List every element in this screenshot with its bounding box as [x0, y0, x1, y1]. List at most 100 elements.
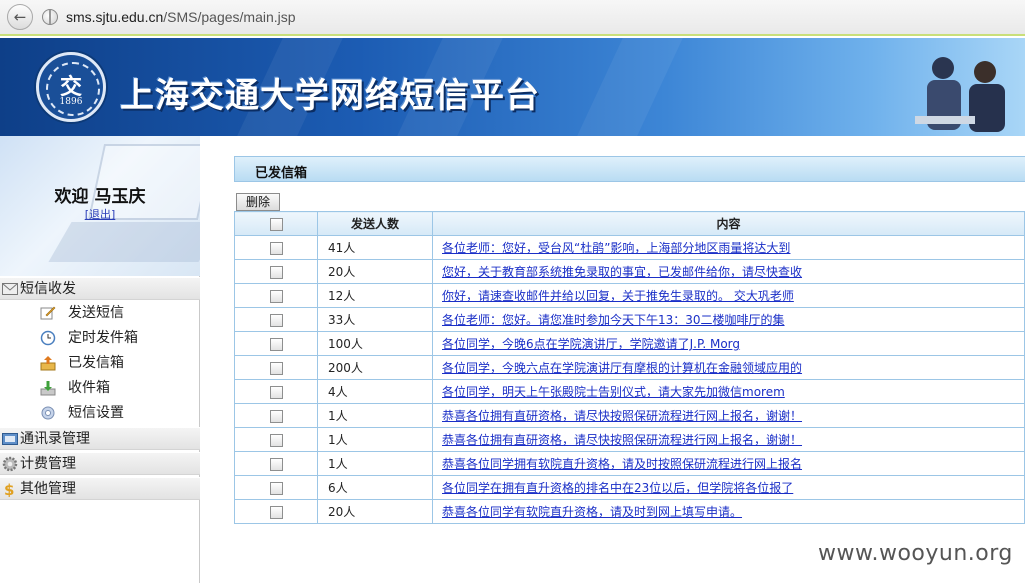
- recipient-count: 20人: [317, 259, 433, 284]
- row-checkbox[interactable]: [269, 265, 283, 279]
- row-checkbox[interactable]: [269, 337, 283, 351]
- envelope-icon: [2, 283, 18, 295]
- table-row: 41人 各位老师：您好，受台风“杜鹃”影响，上海部分地区雨量将达大到: [234, 235, 1025, 260]
- content-cell: 各位老师：您好，受台风“杜鹃”影响，上海部分地区雨量将达大到: [432, 235, 1025, 260]
- url-host: sms.sjtu.edu.cn: [66, 9, 164, 25]
- dollar-icon: $: [4, 481, 14, 497]
- recipient-count: 4人: [317, 379, 433, 404]
- watermark-text: www.wooyun.org: [818, 541, 1013, 566]
- content-cell: 恭喜各位同学拥有软院直升资格，请及时按照保研流程进行网上报名: [432, 451, 1025, 476]
- menu-group-other[interactable]: $ 其他管理: [0, 477, 200, 500]
- sidebar-item-label: 定时发件箱: [68, 330, 138, 346]
- row-select-cell: [234, 475, 318, 500]
- row-select-cell: [234, 283, 318, 308]
- row-select-cell: [234, 451, 318, 476]
- sidebar-item-scheduled-outbox[interactable]: 定时发件箱: [40, 327, 138, 349]
- sidebar-item-send-sms[interactable]: 发送短信: [40, 302, 124, 324]
- row-select-cell: [234, 355, 318, 380]
- message-content-link[interactable]: 您好，关于教育部系统推免录取的事宜，已发邮件给你，请尽快查收: [442, 265, 802, 279]
- message-content-link[interactable]: 恭喜各位拥有直研资格，请尽快按照保研流程进行网上报名，谢谢！: [442, 433, 802, 447]
- row-select-cell: [234, 499, 318, 524]
- logout-link[interactable]: [退出]: [0, 206, 200, 222]
- recipient-count: 12人: [317, 283, 433, 308]
- row-checkbox[interactable]: [269, 289, 283, 303]
- sent-messages-table: 发送人数 内容 41人 各位老师：您好，受台风“杜鹃”影响，上海部分地区雨量将达大…: [234, 211, 1025, 524]
- message-content-link[interactable]: 恭喜各位拥有直研资格，请尽快按照保研流程进行网上报名，谢谢！: [442, 409, 802, 423]
- table-header-row: 发送人数 内容: [234, 211, 1025, 236]
- recipient-count: 1人: [317, 451, 433, 476]
- menu-group-label: 短信收发: [20, 281, 76, 297]
- table-row: 20人 您好，关于教育部系统推免录取的事宜，已发邮件给你，请尽快查收: [234, 259, 1025, 284]
- select-all-checkbox[interactable]: [269, 217, 283, 231]
- university-logo: 交 1896: [36, 52, 106, 122]
- recipient-count: 1人: [317, 403, 433, 428]
- svg-text:$: $: [4, 481, 14, 497]
- sidebar-item-label: 已发信箱: [68, 355, 124, 371]
- message-content-link[interactable]: 恭喜各位同学有软院直升资格，请及时到网上填写申请。: [442, 505, 742, 519]
- column-header-recipients: 发送人数: [317, 211, 433, 236]
- url-field[interactable]: sms.sjtu.edu.cn/SMS/pages/main.jsp: [66, 9, 296, 25]
- welcome-text: 欢迎 马玉庆: [54, 187, 146, 207]
- content-cell: 各位同学，明天上午张殿院士告别仪式，请大家先加微信morem: [432, 379, 1025, 404]
- back-arrow-icon: ←: [13, 8, 27, 26]
- delete-button[interactable]: 删除: [236, 193, 280, 211]
- content-cell: 恭喜各位同学有软院直升资格，请及时到网上填写申请。: [432, 499, 1025, 524]
- sidebar-item-sent-box[interactable]: 已发信箱: [40, 352, 124, 374]
- message-content-link[interactable]: 各位同学，今晚6点在学院演讲厅，学院邀请了J.P. Morg: [442, 337, 740, 351]
- back-button[interactable]: ←: [7, 4, 33, 30]
- row-select-cell: [234, 331, 318, 356]
- table-row: 20人 恭喜各位同学有软院直升资格，请及时到网上填写申请。: [234, 499, 1025, 524]
- section-header: 已发信箱: [234, 156, 1025, 182]
- row-checkbox[interactable]: [269, 457, 283, 471]
- column-header-content: 内容: [432, 211, 1025, 236]
- table-row: 1人 恭喜各位同学拥有软院直升资格，请及时按照保研流程进行网上报名: [234, 451, 1025, 476]
- inbox-icon: [40, 381, 56, 396]
- row-checkbox[interactable]: [269, 409, 283, 423]
- menu-group-billing[interactable]: 计费管理: [0, 452, 200, 475]
- sidebar-item-inbox[interactable]: 收件箱: [40, 377, 110, 399]
- clock-icon: [40, 330, 56, 346]
- compose-icon: [40, 306, 56, 320]
- content-cell: 各位同学，今晚6点在学院演讲厅，学院邀请了J.P. Morg: [432, 331, 1025, 356]
- menu-group-sms[interactable]: 短信收发: [0, 277, 200, 300]
- message-content-link[interactable]: 各位老师：您好，受台风“杜鹃”影响，上海部分地区雨量将达大到: [442, 241, 790, 255]
- message-content-link[interactable]: 各位同学在拥有直升资格的排名中在23位以后，但学院将各位报了: [442, 481, 793, 495]
- content-cell: 各位同学在拥有直升资格的排名中在23位以后，但学院将各位报了: [432, 475, 1025, 500]
- message-content-link[interactable]: 各位同学，今晚六点在学院演讲厅有摩根的计算机在金融领域应用的: [442, 361, 802, 375]
- message-content-link[interactable]: 你好，请速查收邮件并给以回复，关于推免生录取的。 交大巩老师: [442, 289, 794, 303]
- row-select-cell: [234, 259, 318, 284]
- row-select-cell: [234, 403, 318, 428]
- message-content-link[interactable]: 恭喜各位同学拥有软院直升资格，请及时按照保研流程进行网上报名: [442, 457, 802, 471]
- header-banner: 交 1896 上海交通大学网络短信平台: [0, 38, 1025, 136]
- message-content-link[interactable]: 各位老师：您好。请您准时参加今天下午13：30二楼咖啡厅的集: [442, 313, 785, 327]
- row-checkbox[interactable]: [269, 505, 283, 519]
- content-cell: 各位同学，今晚六点在学院演讲厅有摩根的计算机在金融领域应用的: [432, 355, 1025, 380]
- select-all-header: [234, 211, 318, 236]
- sidebar: 欢迎 马玉庆 [退出] 短信收发 发送短信 定时发件箱 已发信箱 收件箱 短信设…: [0, 136, 200, 583]
- recipient-count: 6人: [317, 475, 433, 500]
- row-checkbox[interactable]: [269, 313, 283, 327]
- row-checkbox[interactable]: [269, 241, 283, 255]
- content-cell: 你好，请速查收邮件并给以回复，关于推免生录取的。 交大巩老师: [432, 283, 1025, 308]
- row-checkbox[interactable]: [269, 385, 283, 399]
- globe-icon: [42, 9, 58, 25]
- sidebar-item-sms-settings[interactable]: 短信设置: [40, 402, 124, 424]
- message-content-link[interactable]: 各位同学，明天上午张殿院士告别仪式，请大家先加微信morem: [442, 385, 785, 399]
- address-book-icon: [2, 433, 18, 445]
- row-checkbox[interactable]: [269, 433, 283, 447]
- logo-year: 1896: [59, 97, 83, 107]
- menu-group-label: 其他管理: [20, 481, 76, 497]
- row-checkbox[interactable]: [269, 361, 283, 375]
- address-bar: ← sms.sjtu.edu.cn/SMS/pages/main.jsp: [0, 0, 1025, 36]
- table-row: 4人 各位同学，明天上午张殿院士告别仪式，请大家先加微信morem: [234, 379, 1025, 404]
- row-select-cell: [234, 427, 318, 452]
- table-row: 1人 恭喜各位拥有直研资格，请尽快按照保研流程进行网上报名，谢谢！: [234, 403, 1025, 428]
- content-cell: 您好，关于教育部系统推免录取的事宜，已发邮件给你，请尽快查收: [432, 259, 1025, 284]
- row-select-cell: [234, 307, 318, 332]
- row-checkbox[interactable]: [269, 481, 283, 495]
- section-title: 已发信箱: [255, 166, 308, 181]
- menu-group-address-book[interactable]: 通讯录管理: [0, 427, 200, 450]
- recipient-count: 100人: [317, 331, 433, 356]
- outbox-icon: [40, 356, 56, 371]
- menu-group-label: 计费管理: [20, 456, 76, 472]
